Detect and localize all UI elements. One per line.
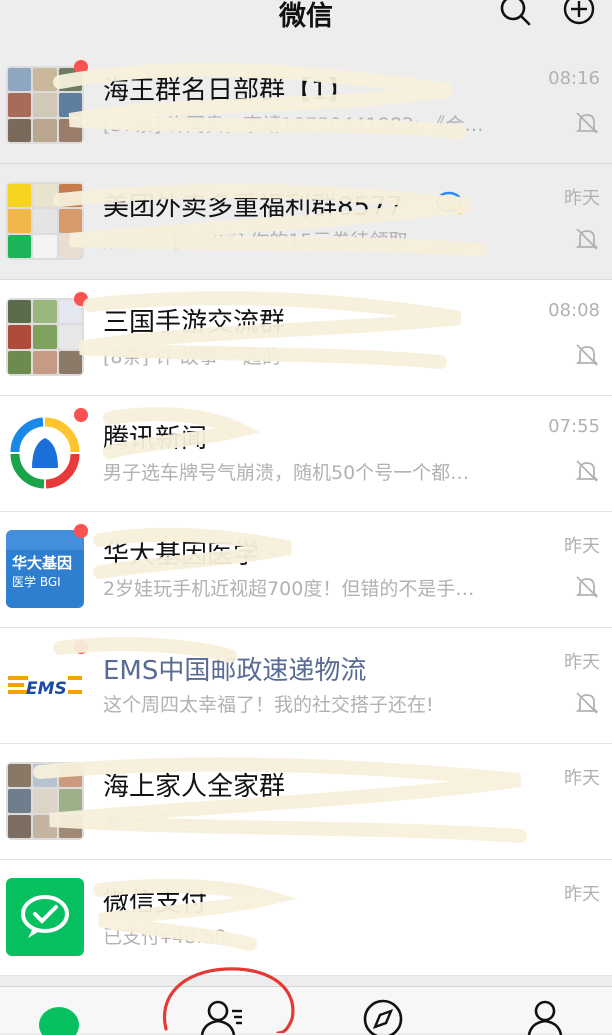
chat-row[interactable]: 微信支付 已支付¥48.50 昨天 bbox=[0, 860, 612, 976]
chat-row[interactable]: 海上家人全家群 海 一 二 三 …… 昨天 bbox=[0, 744, 612, 860]
chat-name: 微信支付 bbox=[103, 888, 208, 918]
chat-preview: [37条] 许同贵，李靖18750441983: 《合… bbox=[103, 114, 484, 136]
chat-preview: 这个周四太幸福了！我的社交搭子还在! bbox=[103, 694, 434, 716]
svg-text:华大基因: 华大基因 bbox=[12, 554, 72, 572]
chat-preview: 2岁娃玩手机近视超700度！但错的不是手… bbox=[103, 578, 475, 600]
app-header: 微信 bbox=[0, 0, 612, 48]
chat-preview: 已支付¥48.50 bbox=[103, 926, 227, 948]
chat-row[interactable]: 美团外卖多重福利群8577 赵伟彤: [小程序] 你的15元券待领取 昨天 bbox=[0, 164, 612, 280]
chat-preview: [8条] 许 故事 一起的 bbox=[103, 346, 282, 368]
chat-row[interactable]: 三国手游交流群 [8条] 许 故事 一起的 08:08 bbox=[0, 280, 612, 396]
chat-time: 07:55 bbox=[548, 416, 600, 437]
chat-time: 08:16 bbox=[548, 68, 600, 89]
chat-row[interactable]: 腾讯新闻 男子选车牌号气崩溃，随机50个号一个都… 07:55 bbox=[0, 396, 612, 512]
chat-preview: 赵伟彤: [小程序] 你的15元券待领取 bbox=[103, 230, 408, 252]
chat-name: 海上家人全家群 bbox=[103, 772, 286, 802]
chat-time: 08:08 bbox=[548, 300, 600, 321]
chat-row[interactable]: EMS EMS中国邮政速递物流 这个周四太幸福了！我的社交搭子还在! 昨天 bbox=[0, 628, 612, 744]
unread-dot bbox=[74, 408, 88, 422]
compass-icon[interactable] bbox=[358, 995, 408, 1035]
chat-name: 腾讯新闻 bbox=[103, 424, 208, 454]
mute-bell-icon bbox=[575, 344, 599, 366]
chat-preview: 海 一 二 三 …… bbox=[103, 810, 242, 832]
chat-bubble-icon[interactable] bbox=[34, 995, 84, 1035]
mute-bell-icon bbox=[575, 576, 599, 598]
group-avatar bbox=[6, 66, 84, 144]
bottom-tab-bar bbox=[0, 967, 612, 1035]
unread-dot bbox=[74, 60, 88, 74]
red-annotation-circle bbox=[163, 967, 295, 1033]
chat-row[interactable]: 华大基因 医学 BGI 华大基因医学 2岁娃玩手机近视超700度！但错的不是手…… bbox=[0, 512, 612, 628]
person-icon[interactable] bbox=[520, 995, 570, 1035]
chat-preview: 男子选车牌号气崩溃，随机50个号一个都… bbox=[103, 462, 470, 484]
chat-bubble-badge-icon bbox=[435, 191, 465, 214]
search-icon[interactable] bbox=[498, 0, 532, 28]
chat-time: 昨天 bbox=[564, 768, 600, 789]
mute-bell-icon bbox=[575, 112, 599, 134]
plus-circle-icon[interactable] bbox=[562, 0, 596, 28]
chat-time: 昨天 bbox=[564, 884, 600, 905]
chat-time: 昨天 bbox=[564, 652, 600, 673]
chat-name: 华大基因医学 bbox=[103, 540, 260, 570]
group-avatar bbox=[6, 298, 84, 376]
chat-name: 海王群名日部群【1】 bbox=[103, 76, 354, 106]
chat-list: 海王群名日部群【1】 [37条] 许同贵，李靖18750441983: 《合… … bbox=[0, 48, 612, 976]
unread-dot bbox=[74, 292, 88, 306]
chat-name: EMS中国邮政速递物流 bbox=[103, 656, 367, 686]
unread-dot bbox=[74, 524, 88, 538]
mute-bell-icon bbox=[575, 692, 599, 714]
svg-text:医学 BGI: 医学 BGI bbox=[12, 574, 61, 589]
chat-time: 昨天 bbox=[564, 536, 600, 557]
chat-row[interactable]: 海王群名日部群【1】 [37条] 许同贵，李靖18750441983: 《合… … bbox=[0, 48, 612, 164]
chat-time: 昨天 bbox=[564, 188, 600, 209]
svg-text:EMS: EMS bbox=[26, 679, 67, 699]
wechat-pay-logo bbox=[6, 878, 84, 956]
bgi-logo: 华大基因 医学 BGI bbox=[6, 530, 84, 608]
ems-logo: EMS bbox=[6, 646, 84, 724]
unread-dot bbox=[74, 640, 88, 654]
chat-name: 三国手游交流群 bbox=[103, 308, 286, 338]
group-avatar bbox=[6, 762, 84, 840]
group-avatar bbox=[6, 182, 84, 260]
mute-bell-icon bbox=[575, 460, 599, 482]
mute-bell-icon bbox=[575, 228, 599, 250]
tencent-news-logo bbox=[6, 414, 84, 492]
